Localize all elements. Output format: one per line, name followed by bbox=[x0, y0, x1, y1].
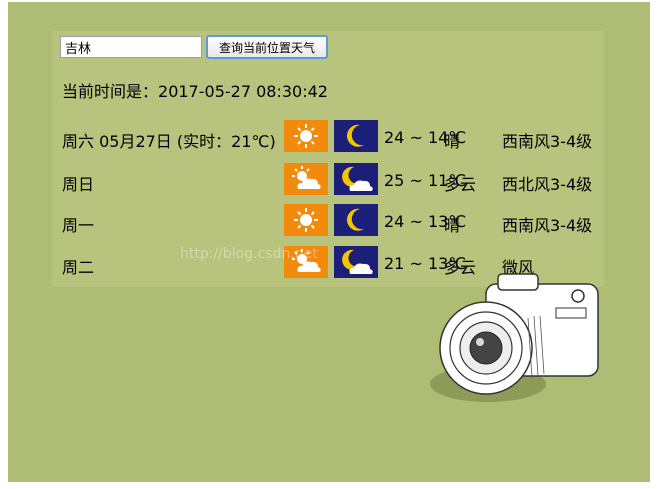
current-time-label: 当前时间是： bbox=[62, 82, 159, 101]
camera-icon bbox=[430, 273, 599, 402]
forecast-day: 周日 bbox=[62, 175, 95, 194]
cloudy-moon-icon bbox=[334, 163, 378, 195]
forecast-wind: 西北风3-4级 bbox=[502, 175, 593, 194]
query-weather-button[interactable]: 查询当前位置天气 bbox=[206, 35, 328, 59]
forecast-day: 周六 05月27日 (实时：21℃) bbox=[62, 132, 276, 151]
cloudy-moon-icon bbox=[334, 246, 378, 278]
forecast-wind: 西南风3-4级 bbox=[502, 132, 593, 151]
forecast-condition: 多云 bbox=[444, 175, 477, 194]
forecast-row: 周六 05月27日 (实时：21℃) 24 ~ 14℃ 晴 西南风3-4级 bbox=[62, 120, 622, 154]
watermark: http://blog.csdn.net bbox=[180, 246, 318, 262]
partly-cloudy-icon bbox=[284, 163, 328, 195]
forecast-condition: 晴 bbox=[444, 132, 461, 151]
city-input[interactable] bbox=[60, 36, 202, 58]
forecast-condition: 晴 bbox=[444, 216, 461, 235]
current-time: 当前时间是：2017-05-27 08:30:42 bbox=[62, 78, 328, 102]
current-time-value: 2017-05-27 08:30:42 bbox=[158, 82, 328, 101]
forecast-day: 周二 bbox=[62, 258, 95, 277]
forecast-row: 周日 25 ~ 11℃ 多云 西北风3-4级 bbox=[62, 163, 622, 197]
forecast-day: 周一 bbox=[62, 216, 95, 235]
sun-icon bbox=[284, 120, 328, 152]
forecast-row: 周一 24 ~ 13℃ 晴 西南风3-4级 bbox=[62, 204, 622, 238]
moon-icon bbox=[334, 120, 378, 152]
forecast-wind: 西南风3-4级 bbox=[502, 216, 593, 235]
sun-icon bbox=[284, 204, 328, 236]
moon-icon bbox=[334, 204, 378, 236]
